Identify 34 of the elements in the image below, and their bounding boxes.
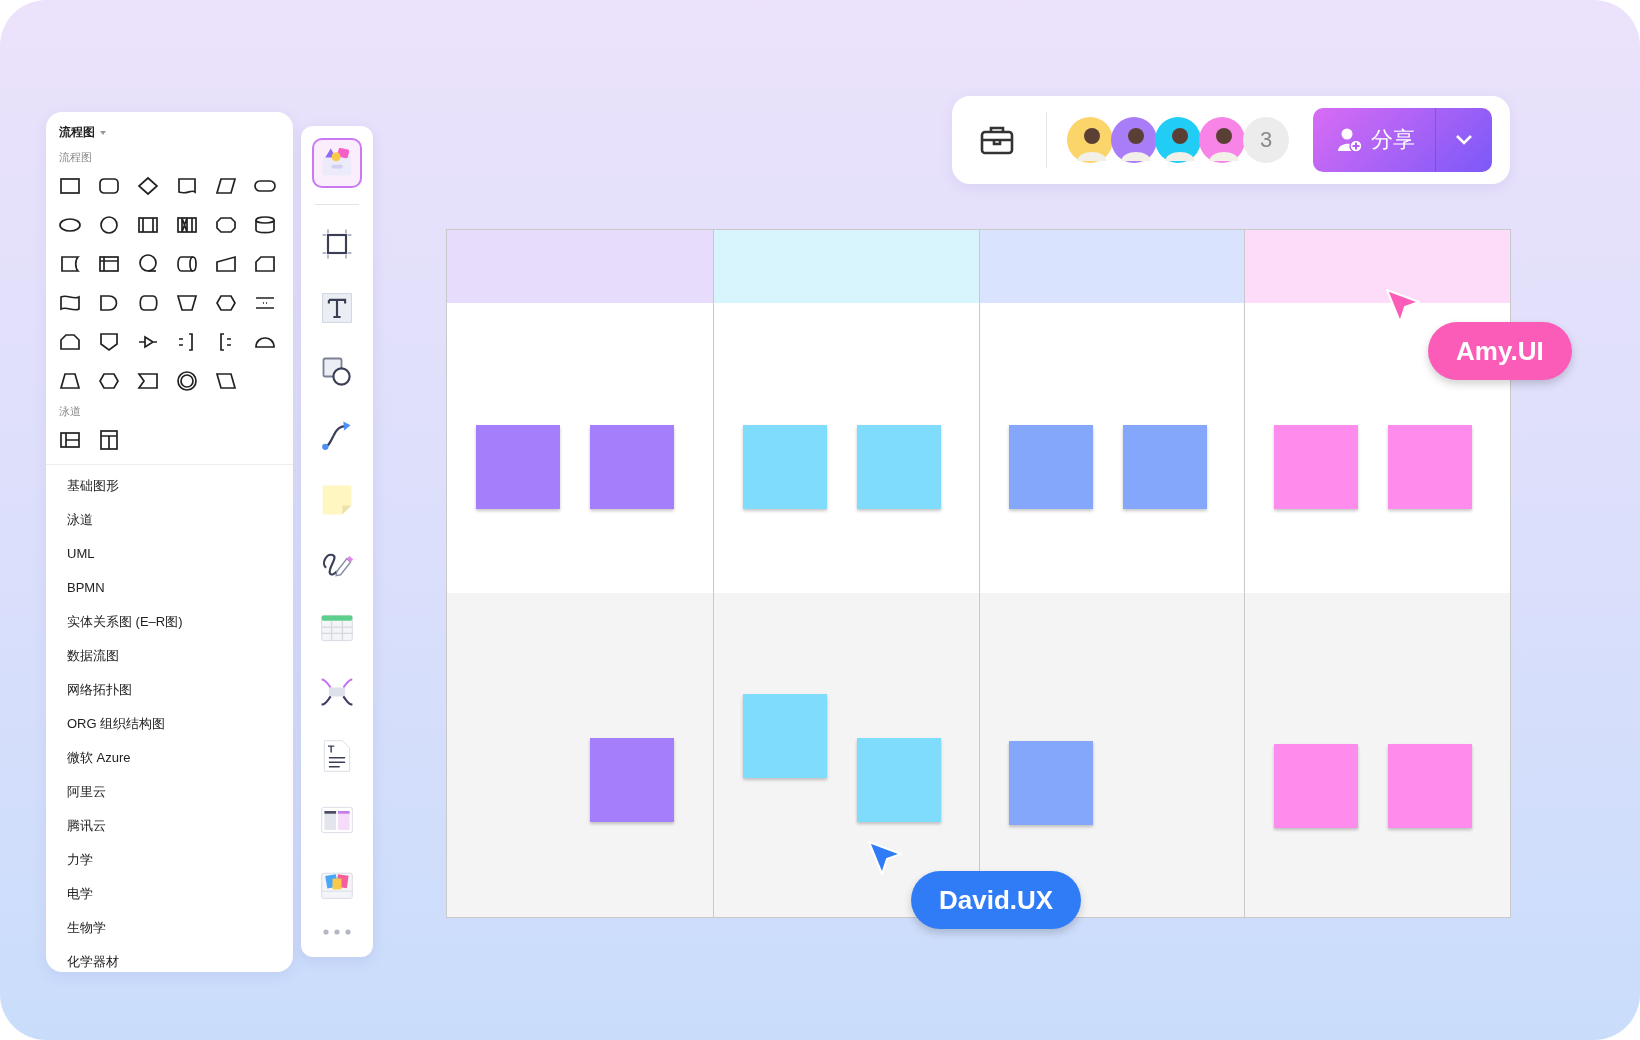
category-item[interactable]: 微软 Azure [67, 747, 293, 781]
avatar[interactable] [1155, 117, 1201, 163]
panel-title[interactable]: 流程图 [59, 124, 95, 141]
pentagon-icon[interactable] [97, 330, 121, 354]
cursor-name-tag: David.UX [911, 871, 1082, 929]
category-item[interactable]: 实体关系图 (E–R图) [67, 611, 293, 645]
avatar[interactable] [1199, 117, 1245, 163]
category-item[interactable]: 数据流图 [67, 645, 293, 679]
cursor-name-tag: Amy.UI [1428, 322, 1572, 380]
category-item[interactable]: UML [67, 543, 293, 577]
section-label: 流程图 [58, 150, 93, 164]
briefcase-icon[interactable] [980, 125, 1014, 155]
avatar[interactable] [1067, 117, 1113, 163]
section-label: 泳道 [58, 404, 82, 418]
double-circle-icon[interactable] [175, 369, 199, 393]
vertical-lane-icon[interactable] [97, 428, 121, 452]
category-item[interactable]: ORG 组织结构图 [67, 713, 293, 747]
category-item[interactable]: 泳道 [67, 509, 293, 543]
diamond-icon[interactable] [136, 174, 160, 198]
circle-icon[interactable] [97, 213, 121, 237]
text-tool-icon [319, 290, 355, 326]
avatar[interactable] [1111, 117, 1157, 163]
category-item[interactable]: 生物学 [67, 917, 293, 951]
category-item[interactable]: BPMN [67, 577, 293, 611]
category-item[interactable]: 阿里云 [67, 781, 293, 815]
add-user-icon [1337, 127, 1363, 153]
category-item[interactable]: 化学器材 [67, 951, 293, 985]
chevron-down-icon [1455, 135, 1473, 145]
category-item[interactable]: 基础图形 [67, 475, 293, 509]
caret-icon[interactable] [100, 130, 106, 135]
category-item[interactable]: 网络拓扑图 [67, 679, 293, 713]
category-item[interactable]: 腾讯云 [67, 815, 293, 849]
category-item[interactable]: 力学 [67, 849, 293, 883]
category-item[interactable]: 电学 [67, 883, 293, 917]
